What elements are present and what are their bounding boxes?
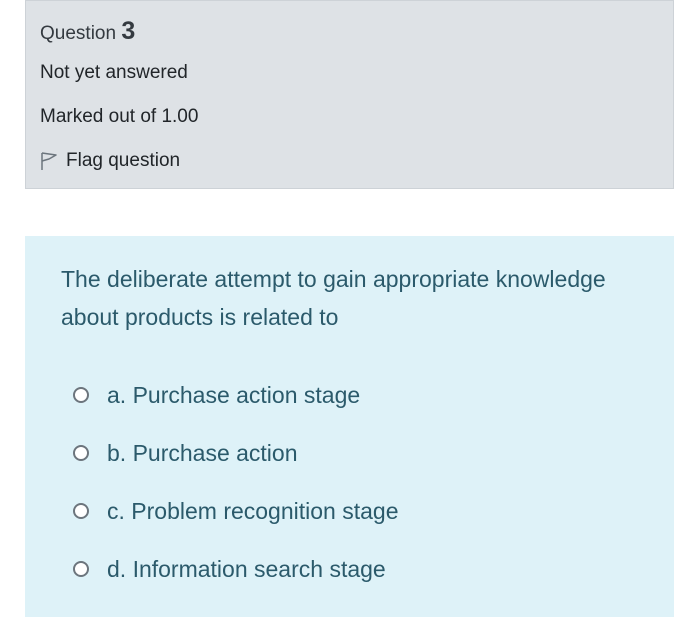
answer-label-a[interactable]: a. Purchase action stage xyxy=(107,382,360,409)
question-state: Not yet answered xyxy=(40,62,188,83)
question-text: The deliberate attempt to gain appropria… xyxy=(61,266,606,330)
radio-button-a[interactable] xyxy=(73,387,89,403)
flag-question-button[interactable]: Flag question xyxy=(40,150,180,172)
question-title-prefix: Question xyxy=(40,23,117,44)
question-content-panel: The deliberate attempt to gain appropria… xyxy=(25,236,674,617)
answer-option-c[interactable]: c. Problem recognition stage xyxy=(73,482,633,540)
quiz-page: Question 3 Not yet answered Marked out o… xyxy=(0,0,700,617)
answer-option-a[interactable]: a. Purchase action stage xyxy=(73,366,633,424)
answer-label-d[interactable]: d. Information search stage xyxy=(107,556,386,583)
radio-button-d[interactable] xyxy=(73,561,89,577)
question-info-panel: Question 3 Not yet answered Marked out o… xyxy=(25,0,674,189)
answer-option-d[interactable]: d. Information search stage xyxy=(73,540,633,598)
answer-label-b[interactable]: b. Purchase action xyxy=(107,440,298,467)
flag-icon xyxy=(40,151,58,171)
radio-button-b[interactable] xyxy=(73,445,89,461)
flag-question-label: Flag question xyxy=(66,150,181,171)
answer-option-b[interactable]: b. Purchase action xyxy=(73,424,633,482)
answer-label-c[interactable]: c. Problem recognition stage xyxy=(107,498,399,525)
question-grade: Marked out of 1.00 xyxy=(40,106,199,127)
question-number: 3 xyxy=(121,17,136,45)
question-heading: Question 3 xyxy=(40,17,135,48)
answer-options: a. Purchase action stage b. Purchase act… xyxy=(73,366,633,598)
radio-button-c[interactable] xyxy=(73,503,89,519)
